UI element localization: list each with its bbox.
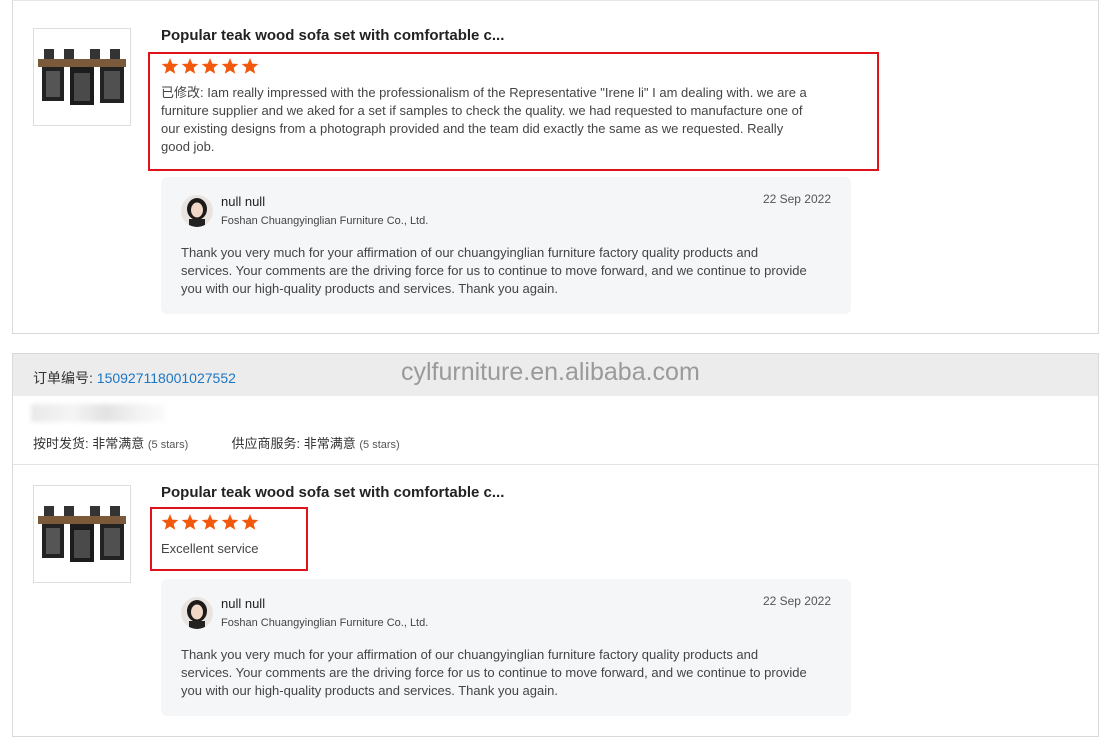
on-time-label: 按时发货: bbox=[33, 436, 89, 451]
reply-text: Thank you very much for your affirmation… bbox=[181, 245, 807, 296]
order-number-link[interactable]: 150927118001027552 bbox=[97, 370, 236, 386]
service-label: 供应商服务: bbox=[231, 436, 301, 451]
avatar bbox=[181, 597, 213, 629]
service-value: 非常满意 bbox=[303, 436, 356, 451]
reply-text: Thank you very much for your affirmation… bbox=[181, 647, 807, 698]
product-title[interactable]: Popular teak wood sofa set with comforta… bbox=[161, 27, 504, 44]
seller-reply: null null Foshan Chuangyinglian Furnitur… bbox=[161, 579, 851, 716]
review-card-1: Popular teak wood sofa set with comforta… bbox=[12, 0, 1099, 334]
product-title[interactable]: Popular teak wood sofa set with comforta… bbox=[161, 484, 504, 501]
replier-company: Foshan Chuangyinglian Furniture Co., Ltd… bbox=[221, 215, 429, 227]
blurred-buyer-info bbox=[31, 404, 166, 422]
highlight-box bbox=[150, 507, 308, 571]
replier-company: Foshan Chuangyinglian Furniture Co., Ltd… bbox=[221, 617, 429, 629]
divider bbox=[13, 464, 1098, 465]
sofa-set-image bbox=[38, 506, 126, 562]
service-stars: (5 stars) bbox=[359, 439, 400, 451]
product-thumbnail[interactable] bbox=[33, 485, 131, 583]
on-time-stars: (5 stars) bbox=[147, 439, 189, 451]
order-ratings: 按时发货: 非常满意 (5 stars) 供应商服务: 非常满意 (5 star… bbox=[33, 433, 400, 452]
avatar bbox=[181, 195, 213, 227]
reply-date: 22 Sep 2022 bbox=[762, 192, 831, 206]
seller-reply: null null Foshan Chuangyinglian Furnitur… bbox=[161, 177, 851, 314]
highlight-box bbox=[148, 52, 879, 171]
order-header: 订单编号: 150927118001027552 cylfurniture.en… bbox=[13, 354, 1098, 396]
on-time-value: 非常满意 bbox=[92, 436, 145, 451]
reply-date: 22 Sep 2022 bbox=[762, 594, 831, 608]
sofa-set-image bbox=[38, 49, 126, 105]
order-number-label: 订单编号: bbox=[33, 370, 93, 386]
replier-name: null null bbox=[221, 596, 266, 611]
product-thumbnail[interactable] bbox=[33, 28, 131, 126]
review-card-2: 订单编号: 150927118001027552 cylfurniture.en… bbox=[12, 353, 1099, 737]
order-number-row: 订单编号: 150927118001027552 bbox=[33, 368, 236, 388]
watermark: cylfurniture.en.alibaba.com bbox=[401, 358, 700, 386]
replier-name: null null bbox=[221, 194, 266, 209]
